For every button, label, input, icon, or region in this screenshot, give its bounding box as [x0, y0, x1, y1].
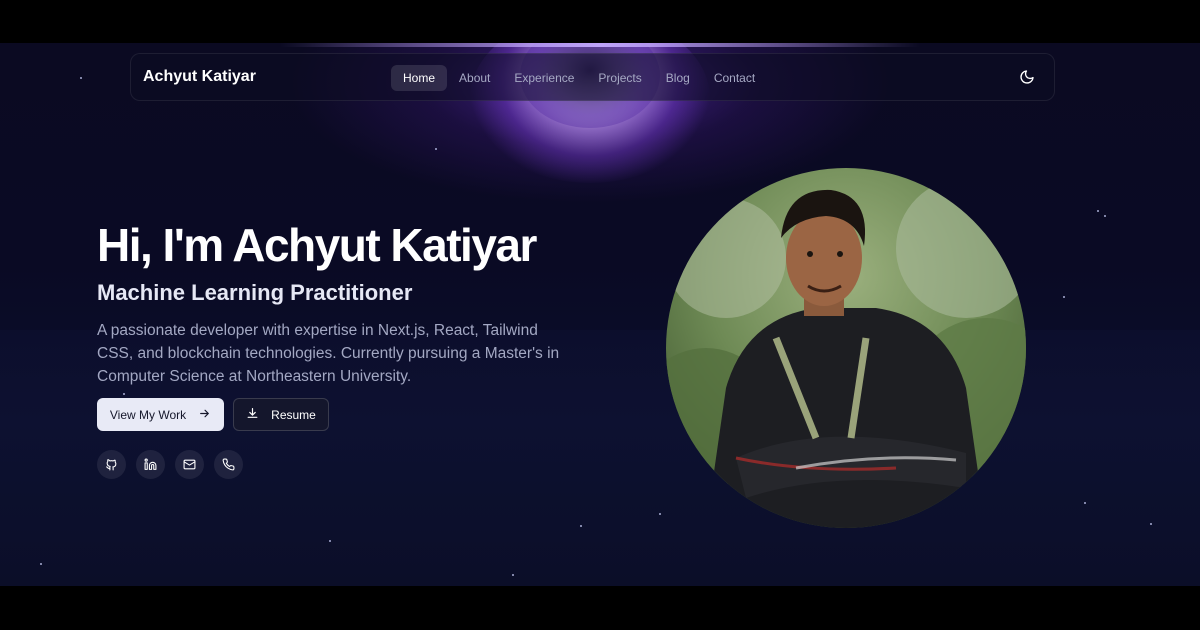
download-icon	[246, 407, 259, 423]
star	[1097, 210, 1099, 212]
star	[659, 513, 661, 515]
hero-title: Hi, I'm Achyut Katiyar	[97, 219, 537, 271]
hero-description: A passionate developer with expertise in…	[97, 322, 560, 385]
star	[1063, 296, 1065, 298]
github-icon[interactable]	[97, 450, 126, 479]
glow-line	[280, 43, 920, 47]
view-my-work-button[interactable]: View My Work	[97, 398, 224, 431]
nav-links: Home About Experience Projects Blog Cont…	[391, 65, 767, 91]
star	[1150, 523, 1152, 525]
nav-link-home[interactable]: Home	[391, 65, 448, 91]
star	[329, 540, 331, 542]
resume-button[interactable]: Resume	[233, 398, 329, 431]
star	[1104, 215, 1106, 217]
letterbox-bottom	[0, 586, 1200, 630]
star	[80, 77, 82, 79]
nav-link-contact[interactable]: Contact	[702, 65, 767, 91]
nav-link-experience[interactable]: Experience	[502, 65, 586, 91]
phone-icon[interactable]	[214, 450, 243, 479]
arrow-right-icon	[198, 407, 211, 423]
navbar: Achyut Katiyar Home About Experience Pro…	[130, 53, 1055, 101]
star	[435, 148, 437, 150]
mail-icon[interactable]	[175, 450, 204, 479]
star	[1084, 502, 1086, 504]
letterbox-top	[0, 0, 1200, 43]
hero-subtitle: Machine Learning Practitioner	[97, 280, 413, 305]
linkedin-icon[interactable]	[136, 450, 165, 479]
star	[40, 563, 42, 565]
nav-link-about[interactable]: About	[447, 65, 502, 91]
profile-photo	[666, 168, 1026, 528]
star	[512, 574, 514, 576]
social-links	[97, 450, 243, 479]
nav-link-projects[interactable]: Projects	[586, 65, 653, 91]
brand-logo[interactable]: Achyut Katiyar	[143, 68, 256, 86]
moon-icon[interactable]	[1019, 69, 1035, 85]
view-my-work-label: View My Work	[109, 407, 187, 422]
resume-label: Resume	[271, 407, 316, 422]
star	[123, 393, 125, 395]
star	[580, 525, 582, 527]
nav-link-blog[interactable]: Blog	[654, 65, 702, 91]
